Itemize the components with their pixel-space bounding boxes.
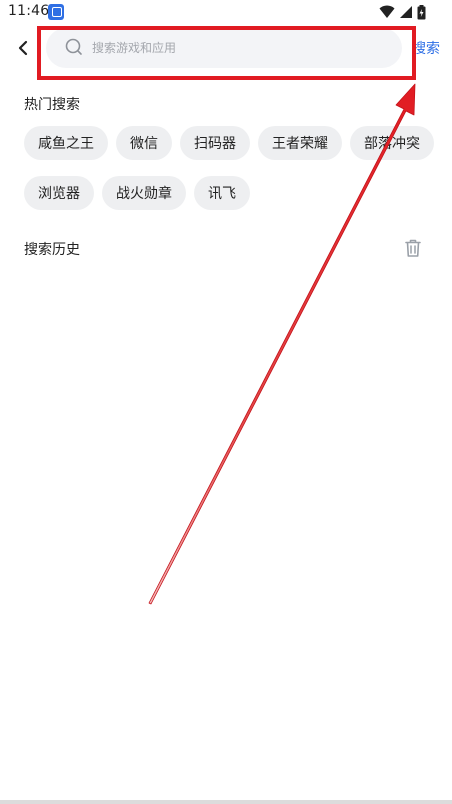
wifi-icon (379, 5, 395, 18)
hot-search-list: 咸鱼之王 微信 扫码器 王者荣耀 部落冲突 浏览器 战火勋章 讯飞 (24, 126, 434, 210)
annotation-highlight-box (37, 26, 416, 80)
hot-search-chip[interactable]: 讯飞 (194, 176, 250, 210)
search-button[interactable]: 搜索 (412, 38, 440, 58)
search-history-title: 搜索历史 (24, 242, 80, 258)
hot-search-chip[interactable]: 战火勋章 (102, 176, 186, 210)
hot-search-chip[interactable]: 扫码器 (180, 126, 250, 160)
hot-search-title: 热门搜索 (24, 97, 80, 113)
hot-search-chip[interactable]: 王者荣耀 (258, 126, 342, 160)
chevron-left-icon (18, 40, 28, 56)
clear-history-button[interactable] (404, 238, 422, 258)
annotation-arrow (148, 83, 416, 605)
back-button[interactable] (12, 36, 34, 60)
hot-search-chip[interactable]: 微信 (116, 126, 172, 160)
status-time: 11:46 (8, 3, 50, 19)
signal-icon (400, 6, 412, 18)
battery-icon (417, 4, 426, 19)
hot-search-chip[interactable]: 部落冲突 (350, 126, 434, 160)
trash-icon (405, 239, 421, 257)
status-bar: 11:46 (0, 0, 452, 24)
status-icons (379, 4, 426, 20)
hot-search-chip[interactable]: 咸鱼之王 (24, 126, 108, 160)
notification-app-icon (48, 4, 64, 20)
hot-search-chip[interactable]: 浏览器 (24, 176, 94, 210)
bottom-divider (0, 800, 452, 804)
